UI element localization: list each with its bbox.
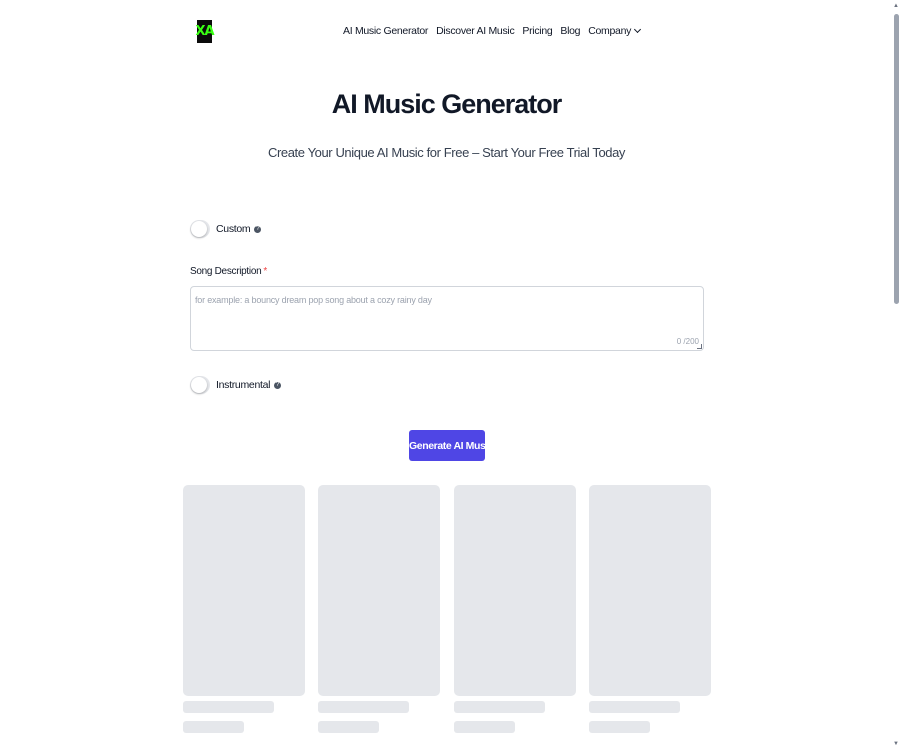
skeleton-card (454, 485, 576, 733)
song-description-label-text: Song Description (190, 266, 262, 277)
skeleton-card (589, 485, 711, 733)
song-description-input[interactable] (191, 287, 703, 350)
nav-blog[interactable]: Blog (560, 25, 580, 37)
chevron-down-icon (634, 25, 642, 34)
main-nav: AI Music Generator Discover AI Music Pri… (343, 25, 642, 37)
skeleton-thumbnail (589, 485, 711, 696)
generate-button[interactable]: Generate AI Music (409, 430, 494, 461)
page-title: AI Music Generator (331, 89, 563, 119)
nav-ai-music-generator[interactable]: AI Music Generator (343, 25, 428, 37)
nav-discover-ai-music[interactable]: Discover AI Music (436, 25, 515, 37)
skeleton-thumbnail (318, 485, 440, 696)
custom-toggle-row: Custom ? (190, 220, 262, 238)
skeleton-title-line (318, 701, 409, 713)
skeleton-subtitle-line (454, 721, 515, 733)
skeleton-title-line (183, 701, 274, 713)
skeleton-card (183, 485, 305, 733)
nav-company-label: Company (588, 25, 632, 37)
nav-company[interactable]: Company (588, 25, 642, 37)
required-mark: * (263, 266, 267, 277)
skeleton-subtitle-line (589, 721, 650, 733)
character-counter: 0 /200 (676, 337, 699, 346)
instrumental-toggle-row: Instrumental ? (190, 376, 282, 394)
song-description-field-wrapper: 0 /200 (190, 286, 704, 351)
scroll-up-arrow-icon[interactable]: ▲ (893, 3, 899, 9)
skeleton-thumbnail (183, 485, 305, 696)
scroll-down-arrow-icon[interactable]: ▼ (893, 741, 899, 747)
page-subtitle: Create Your Unique AI Music for Free – S… (267, 145, 626, 160)
skeleton-card (318, 485, 440, 733)
page-scrollbar[interactable]: ▲ ▼ (892, 0, 900, 750)
song-description-label: Song Description * (190, 266, 267, 277)
logo[interactable]: XA (195, 20, 215, 43)
instrumental-toggle-label: Instrumental (216, 379, 271, 391)
nav-pricing[interactable]: Pricing (522, 25, 552, 37)
instrumental-toggle[interactable] (190, 376, 210, 394)
skeleton-title-line (454, 701, 545, 713)
skeleton-title-line (589, 701, 680, 713)
scrollbar-thumb[interactable] (894, 14, 899, 304)
custom-toggle[interactable] (190, 220, 210, 238)
skeleton-thumbnail (454, 485, 576, 696)
skeleton-subtitle-line (183, 721, 244, 733)
resize-grip-icon[interactable] (697, 344, 702, 349)
help-icon[interactable]: ? (254, 225, 262, 233)
custom-toggle-label: Custom (216, 223, 251, 235)
help-icon[interactable]: ? (274, 381, 282, 389)
skeleton-subtitle-line (318, 721, 379, 733)
